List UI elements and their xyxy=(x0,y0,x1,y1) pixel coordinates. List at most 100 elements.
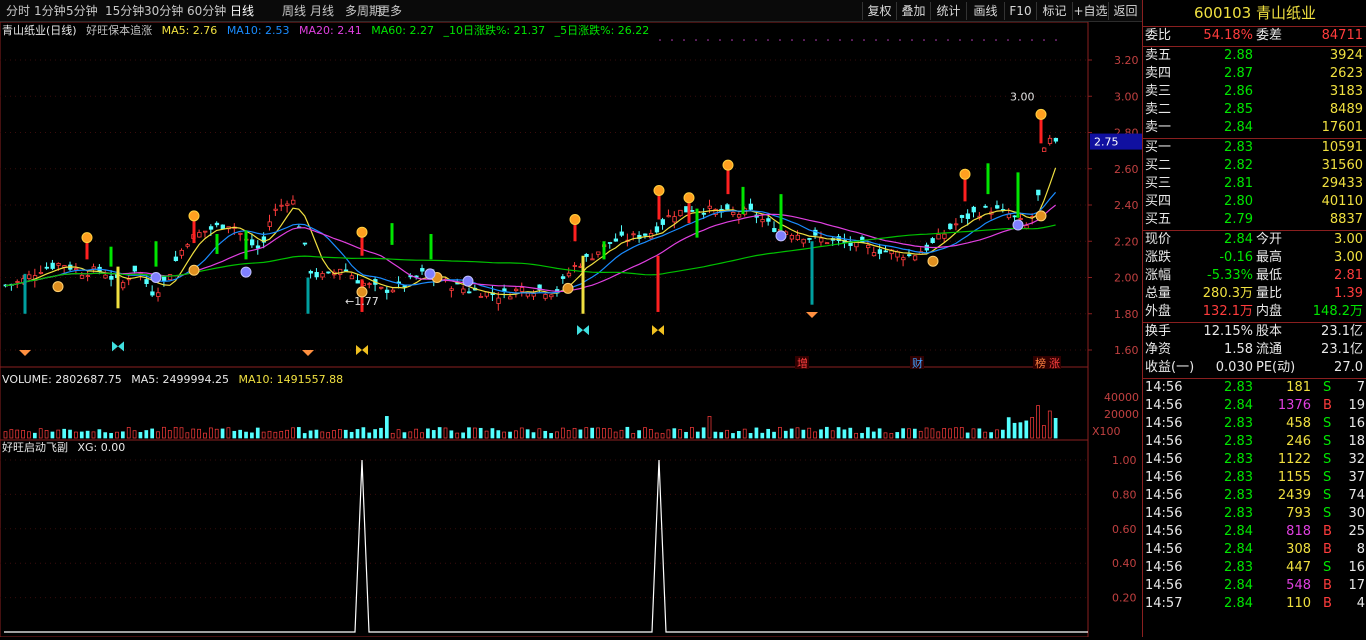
tick-row-7: 14:56 2.83 793 S 30 xyxy=(1145,506,1365,521)
candle-body xyxy=(314,271,319,278)
candle-body xyxy=(467,291,472,294)
volume-ma5: MA5: 2499994.25 xyxy=(131,373,229,386)
period-tab-5[interactable]: 60分钟 xyxy=(187,3,226,19)
period-tab-7[interactable]: 周线 xyxy=(282,3,306,19)
ask-row-3: 卖二 2.85 8489 xyxy=(1145,102,1363,117)
toolbar-button-4[interactable]: F10 xyxy=(1004,2,1036,20)
butterfly-icon xyxy=(652,325,664,336)
orange-ball-icon xyxy=(81,232,93,244)
volume-bar xyxy=(883,432,888,439)
volume-bar xyxy=(607,428,612,439)
volume-bar xyxy=(502,431,507,439)
candle-body xyxy=(883,250,888,253)
period-tab-0[interactable]: 分时 xyxy=(6,3,30,19)
volume-bar xyxy=(842,429,847,439)
volume-bar xyxy=(660,433,665,439)
volume-bar xyxy=(736,431,741,439)
candle-body xyxy=(302,242,308,245)
toolbar-button-6[interactable]: +自选 xyxy=(1072,2,1108,20)
volume-bar xyxy=(220,428,225,439)
volume-bar xyxy=(742,428,747,439)
sub-tick-label: 0.60 xyxy=(1112,523,1137,536)
volume-bar xyxy=(91,431,96,439)
candle-body xyxy=(390,289,396,293)
dot-marker xyxy=(815,39,817,41)
volume-bar xyxy=(449,430,454,439)
toolbar-button-3[interactable]: 画线 xyxy=(966,2,1004,20)
period-tab-3[interactable]: 15分钟 xyxy=(105,3,144,19)
volume-bar xyxy=(625,426,630,439)
volume-bar xyxy=(514,430,518,439)
kline-chart-svg[interactable]: 3.203.002.802.602.402.202.001.801.602.75… xyxy=(0,21,1142,638)
period-tab-2[interactable]: 5分钟 xyxy=(66,3,98,19)
candle-body xyxy=(308,270,313,274)
volume-bar xyxy=(748,433,753,439)
volume-bar xyxy=(836,427,841,439)
candle-body xyxy=(631,233,636,236)
candle-body xyxy=(185,244,190,247)
volume-bar xyxy=(9,429,14,439)
candle-body xyxy=(85,275,91,278)
candle-body xyxy=(279,204,284,207)
candle-body xyxy=(167,274,173,281)
candle-body xyxy=(197,232,202,238)
volume-bar xyxy=(326,432,331,439)
price-tick-label: 2.20 xyxy=(1114,235,1139,248)
candle-body xyxy=(531,293,536,297)
toolbar-button-0[interactable]: 复权 xyxy=(862,2,896,20)
bid-row-0: 买一 2.83 10591 xyxy=(1145,140,1363,155)
volume-bar xyxy=(760,432,765,439)
butterfly-icon xyxy=(356,345,368,355)
volume-bar xyxy=(478,427,483,439)
ma60-value: MA60: 2.27 xyxy=(371,24,434,37)
candle-body xyxy=(285,203,290,206)
candle-body xyxy=(173,256,179,262)
stat-row-2: 涨幅 -5.33% 最低 2.81 xyxy=(1145,268,1363,283)
candle-body xyxy=(144,279,149,284)
volume-bar xyxy=(38,428,43,439)
candle-body xyxy=(907,254,912,257)
tick-row-12: 14:57 2.84 110 B 4 xyxy=(1145,596,1365,611)
volume-bar xyxy=(1030,417,1035,439)
candle-body xyxy=(701,212,707,215)
period-tab-4[interactable]: 30分钟 xyxy=(144,3,183,19)
face-icon xyxy=(424,268,436,280)
candle-body xyxy=(349,275,355,280)
dot-marker xyxy=(695,39,697,41)
volume-bar xyxy=(226,427,231,439)
volume-bar xyxy=(27,431,31,439)
volume-bar xyxy=(191,428,196,439)
period-tab-1[interactable]: 1分钟 xyxy=(34,3,66,19)
candle-body xyxy=(877,249,883,254)
period-tab-9[interactable]: 多周期 xyxy=(345,3,381,19)
period-tab-10[interactable]: 更多 xyxy=(378,3,402,19)
candle-body xyxy=(766,218,771,222)
candle-body xyxy=(572,265,577,267)
volume-bar xyxy=(631,433,636,439)
volume-bar xyxy=(214,428,219,439)
volume-title: VOLUME: 2802687.75 xyxy=(2,373,122,386)
sub-tick-label: 0.20 xyxy=(1112,592,1137,605)
volume-bar xyxy=(866,427,870,439)
volume-bar xyxy=(930,428,935,439)
toolbar-button-2[interactable]: 统计 xyxy=(930,2,966,20)
dot-marker xyxy=(911,39,913,41)
candle-body xyxy=(449,288,454,291)
candle-body xyxy=(38,271,44,274)
volume-bar xyxy=(361,427,366,439)
volume-tick-label: 40000 xyxy=(1104,391,1139,404)
volume-bar xyxy=(584,427,589,439)
bid-row-3: 买四 2.80 40110 xyxy=(1145,194,1363,209)
toolbar-button-5[interactable]: 标记 xyxy=(1036,2,1072,20)
toolbar-button-1[interactable]: 叠加 xyxy=(896,2,930,20)
volume-bar xyxy=(343,429,348,439)
candle-body xyxy=(367,283,372,286)
volume-bar xyxy=(525,429,530,439)
period-tab-8[interactable]: 月线 xyxy=(310,3,334,19)
toolbar-button-7[interactable]: 返回 xyxy=(1108,2,1142,20)
volume-bar xyxy=(384,416,389,439)
chart-area[interactable]: 3.20 3.00 2.80 2.60 2.40 2.20 2.00 1.80 1.60 2.75… xyxy=(0,21,1142,638)
period-tab-6[interactable]: 日线 xyxy=(230,3,254,19)
candle-body xyxy=(496,297,501,304)
dot-marker xyxy=(1031,39,1033,41)
